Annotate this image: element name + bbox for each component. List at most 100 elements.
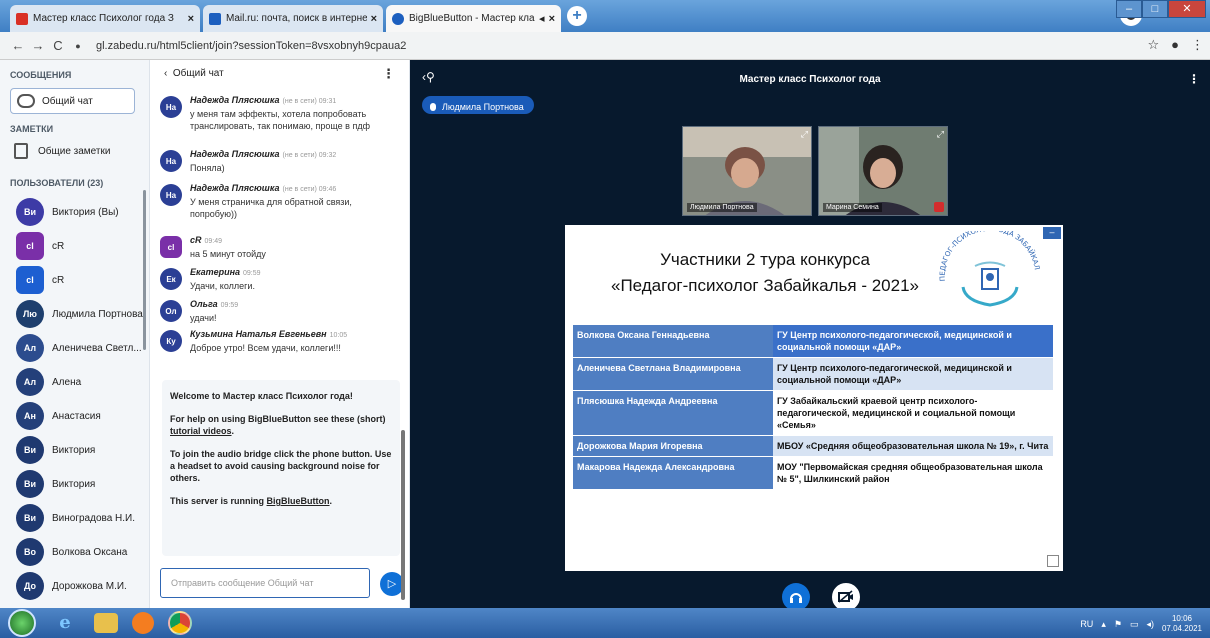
chat-title: Общий чат — [172, 68, 224, 79]
user-list-item[interactable]: Во Волкова Оксана — [16, 538, 127, 566]
chat-message: Ку Кузьмина Наталья Евгеньевн 10:05 Доброе … — [160, 328, 398, 354]
webcam-name: Людмила Портнова — [687, 203, 757, 212]
message-body: Кузьмина Наталья Евгеньевн 10:05 Доброе ут… — [190, 328, 347, 354]
user-list-item[interactable]: Ви Виктория — [16, 436, 95, 464]
chat-panel: ‹ Общий чат ⋮ На Надежда Плясюшка (не в се… — [150, 60, 410, 608]
tab-title: Mail.ru: почта, поиск в интерне — [226, 13, 367, 24]
browser-tab-active[interactable]: BigBlueButton - Мастер кла ◂ × — [386, 5, 561, 32]
minimize-button[interactable]: – — [1116, 0, 1142, 18]
user-list-item[interactable]: Ви Виноградова Н.И. — [16, 504, 135, 532]
chrome-icon[interactable] — [168, 611, 192, 635]
message-text: Поняла) — [190, 163, 225, 173]
message-time: (не в сети) 09:46 — [282, 186, 337, 193]
network-icon[interactable]: ▭ — [1130, 619, 1139, 630]
slide-title: Участники 2 тура конкурса «Педагог-психо… — [565, 247, 965, 299]
chat-icon — [17, 94, 35, 108]
reload-button[interactable]: C — [48, 38, 68, 53]
webcam-tile[interactable]: ⤢ Людмила Портнова — [682, 126, 812, 216]
message-author: Екатерина — [190, 267, 241, 277]
user-list-item[interactable]: Ви Виктория (Вы) — [16, 198, 119, 226]
bookmark-star-icon[interactable]: ☆ — [1147, 37, 1159, 53]
bigbluebutton-icon — [392, 12, 404, 25]
account-icon[interactable]: ● — [1171, 37, 1179, 53]
chat-message: Ек Екатерина 09:59 Удачи, коллеги. — [160, 266, 398, 292]
language-indicator[interactable]: RU — [1080, 619, 1093, 629]
user-list-item[interactable]: cl cR — [16, 266, 64, 294]
internet-explorer-icon[interactable]: e — [50, 610, 80, 636]
new-tab-button[interactable]: + — [567, 6, 587, 26]
fit-to-screen-icon[interactable] — [1047, 555, 1059, 567]
media-player-icon[interactable] — [132, 612, 154, 634]
message-body: Ольга 09:59 удачи! — [190, 298, 238, 324]
message-body: Надежда Плясюшка (не в сети) 09:31 у меня … — [190, 94, 398, 132]
welcome-server-text: This server is running — [170, 496, 267, 506]
user-list-item[interactable]: Ал Алена — [16, 368, 81, 396]
avatar: Ек — [160, 268, 182, 290]
message-header: Екатерина 09:59 — [190, 266, 261, 280]
browser-tab[interactable]: Мастер класс Психолог года З × — [10, 5, 200, 32]
expand-icon[interactable]: ⤢ — [937, 129, 944, 140]
presenter-name: Людмила Портнова — [442, 101, 524, 112]
webcam-tile[interactable]: ⤢ Марина Семина — [818, 126, 948, 216]
volume-icon[interactable]: ◂) — [1146, 619, 1154, 630]
sidebar-item-shared-notes[interactable]: Общие заметки — [14, 140, 110, 162]
presenter-badge: Людмила Портнова — [422, 96, 534, 114]
file-explorer-icon[interactable] — [94, 613, 118, 633]
bigbluebutton-link[interactable]: BigBlueButton — [267, 496, 330, 506]
minimize-presentation-button[interactable]: – — [1043, 227, 1061, 239]
chat-options-icon[interactable]: ⋮ — [382, 66, 395, 82]
share-camera-button[interactable] — [832, 583, 860, 611]
user-list-item[interactable]: сl cR — [16, 232, 64, 260]
message-header: Надежда Плясюшка (не в сети) 09:46 — [190, 182, 398, 196]
chat-message-input[interactable]: Отправить сообщение Общий чат — [160, 568, 370, 598]
audio-button[interactable] — [782, 583, 810, 611]
sidebar-scrollbar[interactable] — [143, 190, 146, 350]
forward-button[interactable]: → — [28, 38, 48, 53]
avatar: На — [160, 184, 182, 206]
flag-icon[interactable]: ⚑ — [1114, 619, 1122, 630]
avatar: Ви — [16, 198, 44, 226]
window-close-button[interactable]: ✕ — [1168, 0, 1206, 18]
scrollbar-thumb[interactable] — [401, 430, 405, 600]
tutorial-videos-link[interactable]: tutorial videos — [170, 426, 232, 436]
participant-name: Макарова Надежда Александровна — [573, 457, 773, 489]
notes-heading: ЗАМЕТКИ — [10, 124, 54, 134]
participant-name: Дорожкова Мария Игоревна — [573, 436, 773, 456]
user-list-item[interactable]: Лю Людмила Портнова — [16, 300, 143, 328]
youtube-icon — [16, 12, 28, 25]
close-icon[interactable]: × — [188, 13, 194, 25]
user-list-item[interactable]: Ал Аленичева Светл... — [16, 334, 142, 362]
close-icon[interactable]: × — [549, 13, 555, 25]
message-time: 10:05 — [329, 332, 348, 339]
clock[interactable]: 10:06 07.04.2021 — [1162, 614, 1202, 634]
screen: Мастер класс Психолог года З × Mail.ru: … — [0, 0, 1210, 638]
user-list-item[interactable]: До Дорожкова М.И. — [16, 572, 127, 600]
sidebar-item-public-chat[interactable]: Общий чат — [10, 88, 135, 114]
maximize-button[interactable]: □ — [1142, 0, 1168, 18]
close-icon[interactable]: × — [371, 13, 377, 25]
avatar: Ку — [160, 330, 182, 352]
start-button[interactable] — [8, 609, 36, 637]
back-button[interactable]: ← — [8, 38, 28, 53]
browser-tab[interactable]: Mail.ru: почта, поиск в интерне × — [203, 5, 383, 32]
url-field[interactable]: gl.zabedu.ru/html5client/join?sessionTok… — [96, 40, 406, 52]
message-time: (не в сети) 09:31 — [282, 98, 337, 105]
message-header: cR 09:49 — [190, 234, 266, 248]
chat-header[interactable]: ‹ Общий чат — [164, 68, 224, 79]
punctuation: . — [231, 426, 235, 436]
chat-message: cl cR 09:49 на 5 минут отойду — [160, 234, 398, 260]
expand-icon[interactable]: ⤢ — [801, 129, 808, 140]
chat-scrollbar[interactable] — [401, 90, 405, 600]
message-time: 09:59 — [243, 270, 261, 277]
table-row: Аленичева Светлана Владимировна ГУ Центр … — [573, 358, 1053, 391]
menu-icon[interactable]: ⋮ — [1191, 37, 1204, 53]
table-row: Волкова Оксана Геннадьевна ГУ Центр психо… — [573, 325, 1053, 358]
user-list-item[interactable]: Ви Виктория — [16, 470, 95, 498]
users-heading: ПОЛЬЗОВАТЕЛИ (23) — [10, 178, 104, 188]
options-menu-icon[interactable]: ⋮ — [1188, 72, 1200, 86]
user-list-item[interactable]: Ан Анастасия — [16, 402, 101, 430]
lock-icon[interactable]: ● — [68, 41, 88, 51]
tray-arrow-icon[interactable]: ▴ — [1101, 619, 1106, 630]
system-tray: RU ▴ ⚑ ▭ ◂) 10:06 07.04.2021 — [1080, 614, 1202, 634]
avatar: Во — [16, 538, 44, 566]
